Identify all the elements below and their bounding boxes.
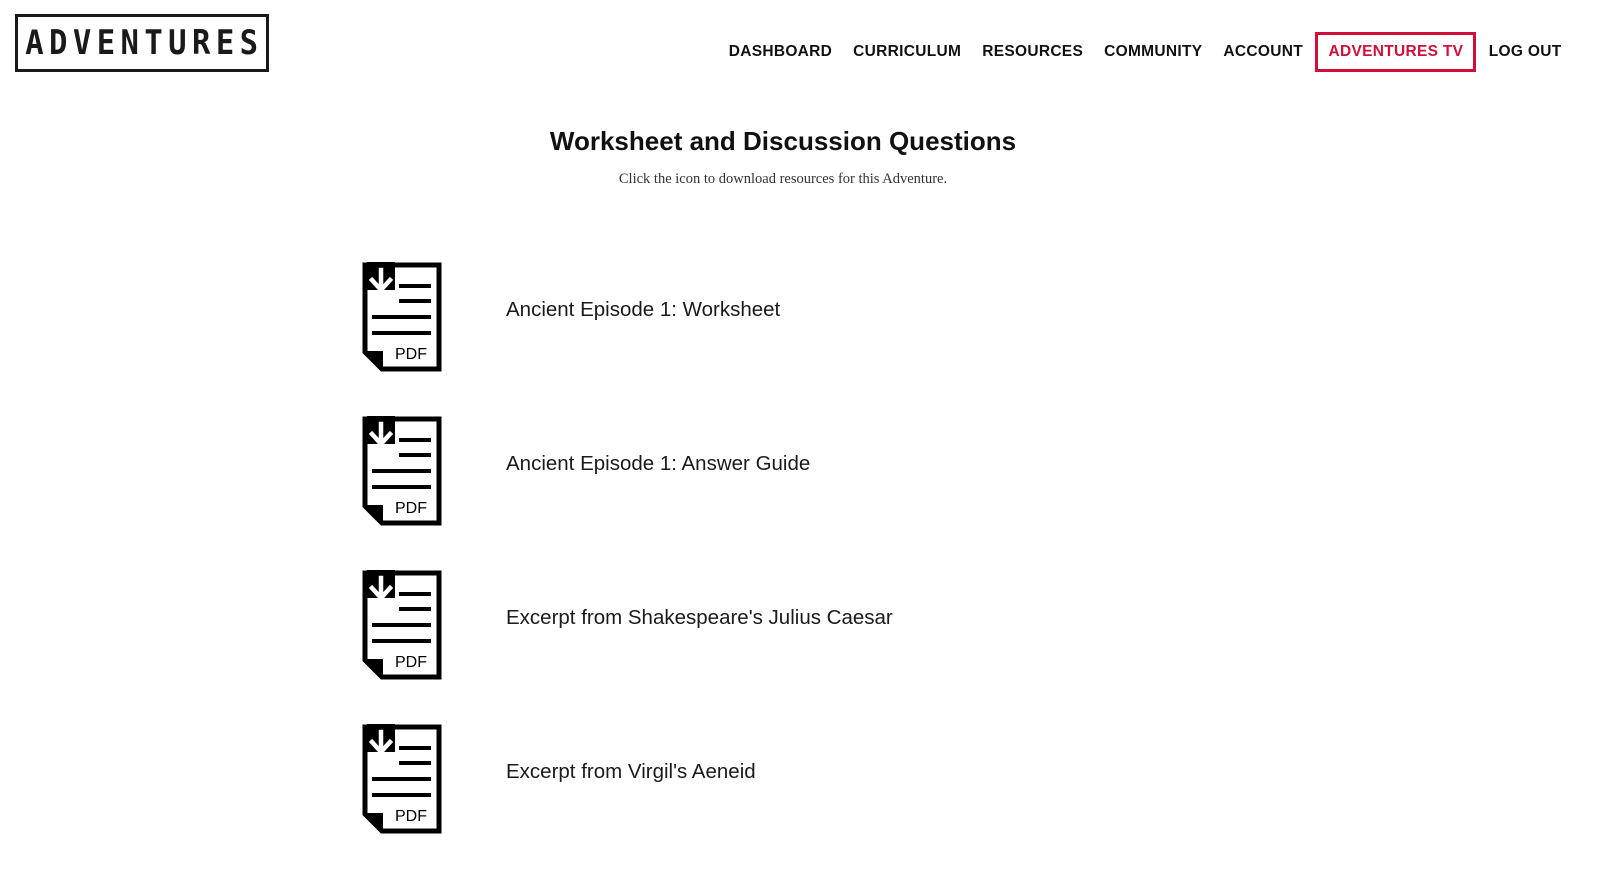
page-title: Worksheet and Discussion Questions: [549, 126, 1017, 156]
pdf-download-icon[interactable]: PDF: [362, 416, 442, 526]
pdf-icon-text: PDF: [395, 654, 427, 671]
site-header: ADVENTURES DASHBOARD CURRICULUM RESOURCE…: [0, 0, 1600, 100]
title-block: Worksheet and Discussion Questions Click…: [0, 126, 1600, 188]
pdf-icon-text: PDF: [395, 500, 427, 517]
resource-item[interactable]: PDF Ancient Episode 1: Worksheet: [362, 262, 780, 416]
nav-dashboard[interactable]: DASHBOARD: [718, 32, 842, 72]
site-logo[interactable]: ADVENTURES: [15, 14, 269, 72]
pdf-download-icon[interactable]: PDF: [362, 262, 442, 372]
resource-label[interactable]: Excerpt from Shakespeare's Julius Caesar: [506, 606, 893, 630]
nav-community[interactable]: COMMUNITY: [1094, 32, 1213, 72]
logo-text: ADVENTURES: [24, 23, 264, 63]
nav-account[interactable]: ACCOUNT: [1213, 32, 1314, 72]
nav-resources[interactable]: RESOURCES: [972, 32, 1094, 72]
nav-adventures-tv[interactable]: ADVENTURES TV: [1315, 32, 1477, 72]
page-subtitle: Click the icon to download resources for…: [618, 171, 948, 187]
nav-curriculum[interactable]: CURRICULUM: [843, 32, 972, 72]
main-nav: DASHBOARD CURRICULUM RESOURCES COMMUNITY…: [718, 32, 1572, 72]
resource-list: PDF Ancient Episode 1: Worksheet PDF Anc…: [362, 262, 893, 878]
resource-item[interactable]: PDF Excerpt from Shakespeare's Julius Ca…: [362, 570, 893, 724]
nav-log-out[interactable]: LOG OUT: [1478, 32, 1572, 72]
pdf-icon-text: PDF: [395, 346, 427, 363]
resource-label[interactable]: Ancient Episode 1: Worksheet: [506, 298, 780, 322]
pdf-download-icon[interactable]: PDF: [362, 724, 442, 834]
pdf-download-icon[interactable]: PDF: [362, 570, 442, 680]
resource-label[interactable]: Ancient Episode 1: Answer Guide: [506, 452, 810, 476]
resource-item[interactable]: PDF Ancient Episode 1: Answer Guide: [362, 416, 810, 570]
resource-item[interactable]: PDF Excerpt from Virgil's Aeneid: [362, 724, 756, 878]
resource-label[interactable]: Excerpt from Virgil's Aeneid: [506, 760, 756, 784]
pdf-icon-text: PDF: [395, 808, 427, 825]
